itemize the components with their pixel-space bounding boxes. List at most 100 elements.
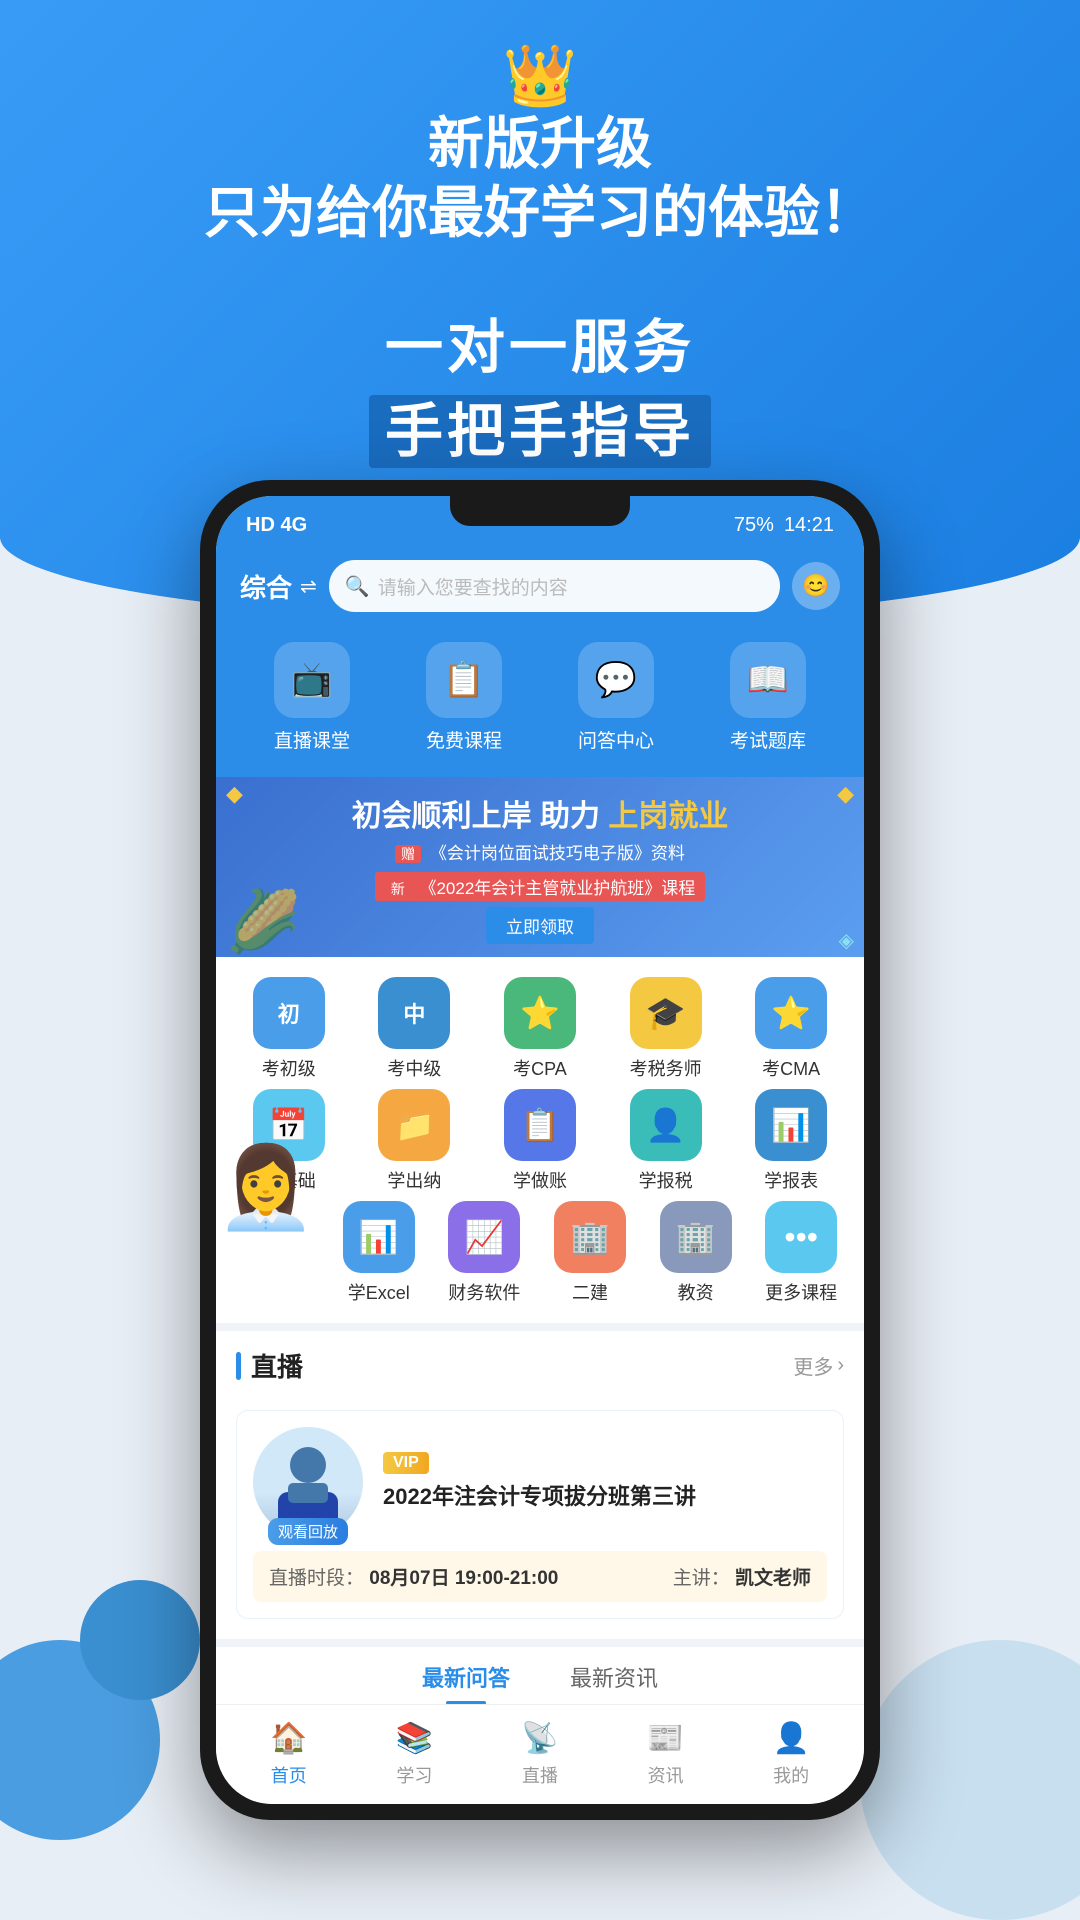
- live-avatar-wrap: 观看回放: [253, 1427, 363, 1537]
- headline1: 新版升级: [0, 110, 1080, 177]
- service-line2: 手把手指导: [0, 384, 1080, 468]
- course-grid: 初 考初级 中 考中级 ⭐ 考CPA: [216, 957, 864, 1323]
- live-card-bottom: 直播时段： 08月07日 19:00-21:00 主讲： 凯文老师: [253, 1551, 827, 1602]
- promo-crown: 👑: [503, 40, 578, 111]
- nav-study[interactable]: 📚 学习: [396, 1721, 433, 1788]
- crown-icon: 👑: [503, 40, 578, 111]
- course-icon-junior: 初: [253, 977, 325, 1049]
- live-time-value: 08月07日 19:00-21:00: [369, 1568, 558, 1589]
- course-label-excel: 学Excel: [348, 1279, 410, 1305]
- app-header: 综合 ⇌ 🔍 请输入您要查找的内容 😊: [216, 546, 864, 632]
- course-item-tax[interactable]: 🎓 考税务师: [611, 977, 721, 1081]
- user-avatar[interactable]: 😊: [792, 562, 840, 610]
- course-item-tax-filing[interactable]: 👤 学报税: [611, 1089, 721, 1193]
- bg-decoration-circle-bottom-left2: [80, 1580, 200, 1700]
- section-bar: [236, 1352, 241, 1380]
- nav-label-exam: 考试题库: [730, 726, 806, 753]
- status-left: HD 4G: [246, 514, 307, 537]
- course-item-teaching[interactable]: 🏢 教资: [643, 1201, 749, 1305]
- nav-icon-free: 📋: [426, 642, 502, 718]
- search-bar[interactable]: 🔍 请输入您要查找的内容: [329, 560, 780, 612]
- nav-live[interactable]: 📡 直播: [521, 1721, 558, 1788]
- clock: 14:21: [784, 514, 834, 537]
- nav-item-exam[interactable]: 📖 考试题库: [730, 642, 806, 753]
- course-item-reports[interactable]: 📊 学报表: [736, 1089, 846, 1193]
- home-label: 首页: [271, 1762, 307, 1788]
- course-item-cpa[interactable]: ⭐ 考CPA: [485, 977, 595, 1081]
- bg-decoration-circle-bottom-right: [860, 1640, 1080, 1920]
- promo-header: 新版升级 只为给你最好学习的体验！: [0, 110, 1080, 250]
- course-label-junior: 考初级: [262, 1055, 316, 1081]
- course-item-software[interactable]: 📈 财务软件: [432, 1201, 538, 1305]
- nav-icon-exam: 📖: [730, 642, 806, 718]
- phone-mockup: HD 4G 75% 14:21 综合 ⇌ 🔍 请输入您要查找的内容: [200, 480, 880, 1820]
- live-time-info: 直播时段： 08月07日 19:00-21:00: [269, 1563, 558, 1590]
- course-label-cma: 考CMA: [762, 1055, 820, 1081]
- nav-home[interactable]: 🏠 首页: [270, 1721, 307, 1788]
- nav-item-free[interactable]: 📋 免费课程: [426, 642, 502, 753]
- tab-qa[interactable]: 最新问答: [422, 1661, 510, 1704]
- nav-news[interactable]: 📰 资讯: [647, 1721, 684, 1788]
- course-item-middle[interactable]: 中 考中级: [359, 977, 469, 1081]
- live-watch-label[interactable]: 观看回放: [268, 1518, 348, 1545]
- course-label-middle: 考中级: [387, 1055, 441, 1081]
- promo-banner[interactable]: ◆ ◆ ◈ 初会顺利上岸 助力 上岗就业 赠 《会计岗位面试技巧电子版》资料: [216, 777, 864, 957]
- course-item-excel[interactable]: 📊 学Excel: [326, 1201, 432, 1305]
- person-illustration: 👩‍💼: [216, 1141, 316, 1235]
- course-icon-middle: 中: [378, 977, 450, 1049]
- course-icon-bookkeeping: 📋: [504, 1089, 576, 1161]
- nav-profile[interactable]: 👤 我的: [772, 1721, 809, 1788]
- course-icon-tax-filing: 👤: [630, 1089, 702, 1161]
- course-label-tax-filing: 学报税: [639, 1167, 693, 1193]
- live-vip-badge: VIP: [383, 1452, 429, 1474]
- course-label-tax: 考税务师: [630, 1055, 702, 1081]
- network-indicator: HD 4G: [246, 514, 307, 537]
- course-label-software: 财务软件: [448, 1279, 520, 1305]
- live-section-title: 直播: [251, 1347, 303, 1384]
- course-item-bookkeeping[interactable]: 📋 学做账: [485, 1089, 595, 1193]
- nav-item-qa[interactable]: 💬 问答中心: [578, 642, 654, 753]
- course-item-cashier[interactable]: 📁 学出纳: [359, 1089, 469, 1193]
- live-section-more[interactable]: 更多 ›: [793, 1351, 844, 1380]
- course-item-junior[interactable]: 初 考初级: [234, 977, 344, 1081]
- live-title: 2022年注会计专项拔分班第三讲: [383, 1482, 827, 1513]
- banner-sub2: 新 《2022年会计主管就业护航班》课程: [375, 872, 706, 901]
- phone-content[interactable]: HD 4G 75% 14:21 综合 ⇌ 🔍 请输入您要查找的内容: [216, 496, 864, 1704]
- nav-item-live[interactable]: 📺 直播课堂: [274, 642, 350, 753]
- category-selector[interactable]: 综合 ⇌: [240, 568, 317, 605]
- nav-label-live: 直播课堂: [274, 726, 350, 753]
- banner-deco-br: ◈: [839, 928, 854, 953]
- nav-icon-live: 📺: [274, 642, 350, 718]
- banner-deco-tr: ◆: [837, 781, 854, 807]
- course-icon-construction: 🏢: [554, 1201, 626, 1273]
- live-card-inner[interactable]: 观看回放 VIP 2022年注会计专项拔分班第三讲 直播时段： 08月07日 1…: [236, 1410, 844, 1619]
- course-icon-cpa: ⭐: [504, 977, 576, 1049]
- course-icon-more: •••: [765, 1201, 837, 1273]
- banner-text: 初会顺利上岸 助力 上岗就业 赠 《会计岗位面试技巧电子版》资料 新 《2022…: [352, 791, 729, 944]
- live-card: 观看回放 VIP 2022年注会计专项拔分班第三讲 直播时段： 08月07日 1…: [216, 1394, 864, 1639]
- course-item-cma[interactable]: ⭐ 考CMA: [736, 977, 846, 1081]
- live-info: VIP 2022年注会计专项拔分班第三讲: [383, 1452, 827, 1513]
- news-label: 资讯: [648, 1762, 684, 1788]
- service-text-block: 一对一服务 手把手指导: [0, 300, 1080, 468]
- phone-screen: HD 4G 75% 14:21 综合 ⇌ 🔍 请输入您要查找的内容: [216, 496, 864, 1804]
- course-row-2: 📅 零基础 📁 学出纳 📋 学做账 👤: [226, 1089, 854, 1193]
- news-icon: 📰: [647, 1721, 684, 1756]
- course-label-construction: 二建: [572, 1279, 608, 1305]
- nav-label-free: 免费课程: [426, 726, 502, 753]
- course-item-construction[interactable]: 🏢 二建: [537, 1201, 643, 1305]
- course-icon-teaching: 🏢: [660, 1201, 732, 1273]
- banner-decoration: 🌽: [226, 886, 301, 957]
- live-section-header: 直播 更多 ›: [216, 1323, 864, 1394]
- profile-label: 我的: [773, 1762, 809, 1788]
- battery-percent: 75%: [734, 514, 774, 537]
- live-teacher: 主讲： 凯文老师: [673, 1563, 811, 1590]
- study-label: 学习: [396, 1762, 432, 1788]
- service-line1: 一对一服务: [0, 300, 1080, 384]
- course-item-more[interactable]: ••• 更多课程: [748, 1201, 854, 1305]
- course-row-3-container: 👩‍💼 📊 学Excel 📈 财务软件 🏢: [226, 1201, 854, 1305]
- banner-cta-btn[interactable]: 立即领取: [486, 907, 594, 944]
- nav-icon-qa: 💬: [578, 642, 654, 718]
- tab-news[interactable]: 最新资讯: [570, 1661, 658, 1704]
- live-teacher-value: 凯文老师: [735, 1568, 811, 1589]
